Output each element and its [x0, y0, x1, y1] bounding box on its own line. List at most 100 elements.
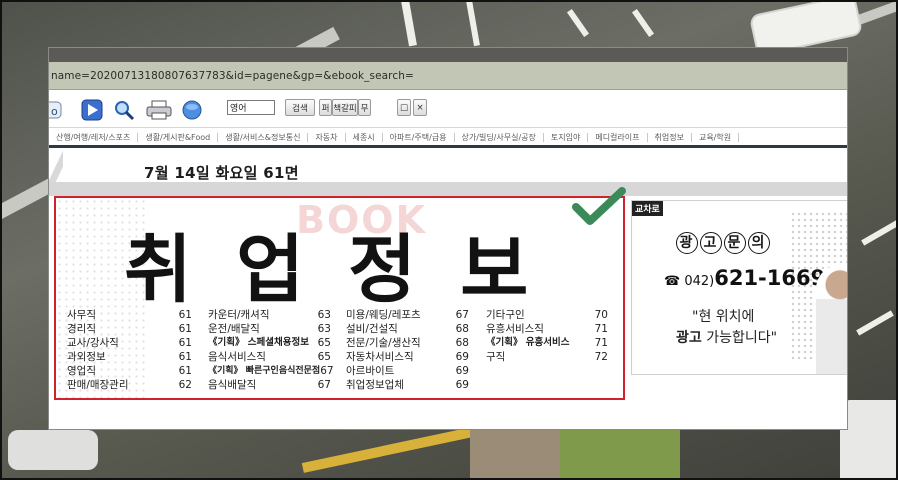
job-category-page: 65 [317, 351, 331, 363]
magnifier-icon[interactable] [113, 99, 135, 121]
job-category-page: 61 [178, 337, 192, 349]
job-category-row[interactable]: 《기획》 스페셜채용정보 65 [208, 336, 331, 350]
search-button[interactable]: 검색 [285, 99, 315, 116]
job-category-row[interactable]: 운전/배달직 63 [208, 322, 331, 336]
partial-o-icon[interactable]: o [49, 99, 63, 121]
job-category-row[interactable]: 《기획》 빠른구인음식전문점 67 [208, 364, 334, 378]
job-category-page: 61 [178, 323, 192, 335]
job-category-page: 71 [594, 323, 608, 335]
job-category-name: 전문/기술/생산직 [346, 337, 421, 349]
page-divider-band [49, 182, 847, 196]
category-item[interactable]: 생활/게시판&Food [138, 133, 219, 142]
ad-title-char: 문 [724, 232, 746, 254]
job-category-row[interactable]: 카운터/캐셔직 63 [208, 308, 331, 322]
ad-phone-prefix: ☎ 042) [664, 274, 715, 289]
background-road [560, 430, 680, 480]
category-item[interactable]: 취업정보 [648, 133, 692, 142]
job-category-row[interactable]: 기타구인 70 [486, 308, 608, 322]
job-category-page: 67 [320, 365, 334, 377]
checkmark-icon [572, 187, 626, 225]
job-category-name: 카운터/캐셔직 [208, 309, 270, 321]
search-input[interactable] [227, 100, 275, 115]
job-category-row[interactable]: 음식서비스직 65 [208, 350, 331, 364]
job-category-page: 63 [317, 323, 331, 335]
job-category-row[interactable]: 자동차서비스직 69 [346, 350, 469, 364]
job-category-page: 69 [455, 365, 469, 377]
job-category-row[interactable]: 설비/건설직 68 [346, 322, 469, 336]
job-column-3: 미용/웨딩/레포츠 67 설비/건설직 68 전문/기술/생산직 68 자동차서비스직… [346, 308, 469, 392]
page-date-header: 7월 14일 화요일 61면 [144, 164, 299, 182]
section-title: 취업정보 [124, 227, 573, 313]
job-category-name: 교사/강사직 [67, 337, 119, 349]
job-category-page: 61 [178, 365, 192, 377]
close-button[interactable]: × [413, 99, 427, 116]
job-category-name: 자동차서비스직 [346, 351, 414, 363]
newspaper-page: 7월 14일 화요일 61면 BOOK 취업정보 사무직 61 경리직 61 교사/… [49, 148, 847, 429]
category-item[interactable]: 아파트/주택/급용 [383, 133, 455, 142]
help-globe-icon[interactable] [181, 99, 203, 121]
background-car [840, 400, 898, 480]
job-category-row[interactable]: 영업직 61 [67, 364, 192, 378]
job-category-name: 유흥서비스직 [486, 323, 544, 335]
job-category-page: 67 [317, 379, 331, 391]
ad-person-illustration [816, 265, 847, 374]
job-category-page: 63 [317, 309, 331, 321]
category-item[interactable]: 산행/여행/레저/스포츠 [49, 133, 139, 142]
ad-phone: ☎ 042)621-1669 [664, 266, 825, 290]
job-category-page: 70 [594, 309, 608, 321]
category-item[interactable]: 토지임야 [544, 133, 589, 142]
job-category-name: 사무직 [67, 309, 96, 321]
ad-slogan-line1: "현 위치에 [692, 309, 755, 325]
job-category-row[interactable]: 판매/매장관리 62 [67, 378, 192, 392]
job-column-1: 사무직 61 경리직 61 교사/강사직 61 과외정보 61 영업직 61 판매/매장관… [67, 308, 192, 392]
job-category-name: 운전/배달직 [208, 323, 260, 335]
job-category-page: 68 [455, 323, 469, 335]
job-category-row[interactable]: 아르바이트 69 [346, 364, 469, 378]
category-item[interactable]: 상가/빌딩/사무실/공장 [455, 133, 544, 142]
toolbar-extra-button[interactable]: 무 [358, 99, 371, 116]
job-category-row[interactable]: 취업정보업체 69 [346, 378, 469, 392]
job-category-name: 설비/건설직 [346, 323, 398, 335]
job-category-row[interactable]: 미용/웨딩/레포츠 67 [346, 308, 469, 322]
ad-title-char: 고 [700, 232, 722, 254]
category-item[interactable]: 교육/학원 [692, 133, 740, 142]
printer-icon[interactable] [145, 99, 173, 121]
toolbar-extra-button[interactable]: 퍼 [319, 99, 332, 116]
job-category-page: 72 [594, 351, 608, 363]
job-category-name: 음식배달직 [208, 379, 257, 391]
job-category-page: 71 [594, 337, 608, 349]
job-category-row[interactable]: 교사/강사직 61 [67, 336, 192, 350]
ad-slogan-rest: 가능합니다" [701, 330, 778, 346]
address-bar[interactable]: name=20200713180807637783&id=pagene&gp=&… [49, 62, 847, 90]
job-category-name: 경리직 [67, 323, 96, 335]
job-category-page: 61 [178, 309, 192, 321]
media-play-icon[interactable] [81, 99, 103, 121]
job-category-name: 판매/매장관리 [67, 379, 129, 391]
category-nav: 산행/여행/레저/스포츠 생활/게시판&Food 생활/서비스&정보통신 자동차 세종시… [49, 128, 847, 148]
ad-title: 광고문의 [676, 231, 772, 254]
job-category-row[interactable]: 《기획》 유흥서비스 71 [486, 336, 608, 350]
category-item[interactable]: 생활/서비스&정보통신 [218, 133, 309, 142]
job-category-row[interactable]: 유흥서비스직 71 [486, 322, 608, 336]
viewer-toolbar: o 검색 퍼 책갈피 무 □ × [49, 90, 847, 128]
job-category-page: 62 [178, 379, 192, 391]
job-category-row[interactable]: 구직 72 [486, 350, 608, 364]
job-category-name: 과외정보 [67, 351, 106, 363]
category-item[interactable]: 세종시 [346, 133, 383, 142]
bookmark-button[interactable]: 책갈피 [332, 99, 358, 116]
background-lane-marking [631, 8, 655, 38]
job-category-row[interactable]: 전문/기술/생산직 68 [346, 336, 469, 350]
job-category-name: 기타구인 [486, 309, 525, 321]
job-category-page: 68 [455, 337, 469, 349]
category-item[interactable]: 메디컬라이프 [588, 133, 648, 142]
job-category-row[interactable]: 경리직 61 [67, 322, 192, 336]
job-category-name: 《기획》 스페셜채용정보 [208, 337, 309, 348]
job-column-4: 기타구인 70 유흥서비스직 71 《기획》 유흥서비스 71 구직 72 [486, 308, 608, 364]
job-category-row[interactable]: 과외정보 61 [67, 350, 192, 364]
window-size-button[interactable]: □ [397, 99, 411, 116]
job-category-row[interactable]: 음식배달직 67 [208, 378, 331, 392]
ad-slogan-bold: 광고 [676, 330, 702, 346]
background-lane-marking [856, 310, 894, 336]
category-item[interactable]: 자동차 [308, 133, 346, 142]
job-category-row[interactable]: 사무직 61 [67, 308, 192, 322]
